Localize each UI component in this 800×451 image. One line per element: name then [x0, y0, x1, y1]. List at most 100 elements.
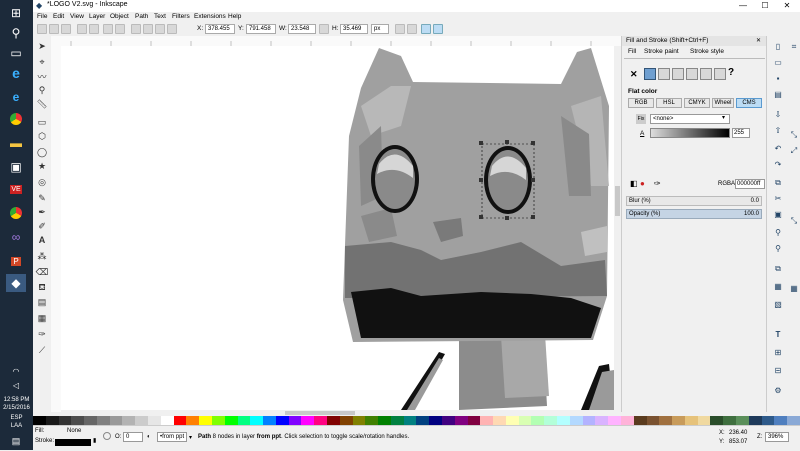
app-ve-icon[interactable]: VE — [6, 180, 26, 198]
palette-swatch[interactable] — [378, 416, 391, 425]
save-icon[interactable]: ▪ — [773, 74, 783, 84]
snap-edges-icon[interactable]: ⤢ — [789, 146, 799, 156]
mesh-tool-icon[interactable]: ▦ — [36, 312, 48, 324]
palette-swatch[interactable] — [33, 416, 46, 425]
duplicate-icon[interactable]: ⧉ — [773, 264, 783, 274]
palette-swatch[interactable] — [569, 416, 583, 425]
import-icon[interactable]: ⇩ — [773, 110, 783, 120]
palette-swatch[interactable] — [595, 416, 609, 425]
palette-swatch[interactable] — [684, 416, 698, 425]
zoom-tool-icon[interactable]: ⚲ — [36, 84, 48, 96]
raise-button[interactable] — [143, 24, 153, 34]
vertical-scroll-thumb[interactable] — [615, 186, 620, 216]
menu-object[interactable]: Object — [110, 13, 129, 20]
alpha-slider[interactable] — [650, 128, 730, 138]
y-field[interactable]: 791.458 — [246, 24, 276, 34]
task-view-icon[interactable]: ▭ — [6, 44, 26, 62]
tweak-tool-icon[interactable]: 〰 — [36, 70, 48, 82]
menu-view[interactable]: View — [70, 13, 84, 20]
snap-toggle-icon[interactable]: ⌗ — [789, 42, 799, 52]
palette-swatch[interactable] — [723, 416, 736, 425]
x-field[interactable]: 378.455 — [205, 24, 235, 34]
palette-swatch[interactable] — [531, 416, 545, 425]
ie-icon[interactable]: e — [6, 88, 26, 106]
palette-swatch[interactable] — [608, 416, 621, 425]
palette-swatch[interactable] — [339, 416, 353, 425]
palette-swatch[interactable] — [748, 416, 762, 425]
palette-swatch[interactable] — [275, 416, 289, 425]
windows-start-icon[interactable]: ⊞ — [6, 4, 26, 22]
pencil-tool-icon[interactable]: ✎ — [36, 192, 48, 204]
minimize-button[interactable]: — — [732, 0, 754, 12]
no-paint-button[interactable]: ✕ — [630, 69, 638, 80]
palette-swatch[interactable] — [211, 416, 225, 425]
visual-studio-icon[interactable]: ∞ — [6, 228, 26, 246]
radial-gradient-button[interactable] — [672, 68, 684, 80]
blur-slider[interactable]: Blur (%) 0.0 — [626, 196, 762, 206]
deselect-button[interactable] — [61, 24, 71, 34]
unset-paint-button[interactable]: ? — [728, 67, 734, 78]
chrome-icon[interactable] — [6, 110, 26, 128]
menu-path[interactable]: Path — [135, 13, 148, 20]
palette-swatch[interactable] — [633, 416, 647, 425]
palette-swatch[interactable] — [429, 416, 442, 425]
language-variant[interactable]: LAA — [0, 422, 33, 430]
menu-help[interactable]: Help — [228, 13, 241, 20]
palette-swatch[interactable] — [787, 416, 800, 425]
text-font-icon[interactable]: T — [773, 330, 783, 340]
palette-swatch[interactable] — [135, 416, 149, 425]
rgba-field[interactable]: 000000ff — [735, 179, 765, 189]
artwork[interactable] — [61, 46, 614, 410]
new-document-icon[interactable]: ▯ — [773, 42, 783, 52]
clock-time[interactable]: 12:58 PM — [0, 396, 33, 404]
print-icon[interactable]: ▤ — [773, 90, 783, 100]
alpha-field[interactable]: 255 — [732, 128, 750, 138]
color-profile-select[interactable]: <none> — [650, 114, 730, 124]
paste-icon[interactable]: ▣ — [773, 210, 783, 220]
palette-swatch[interactable] — [620, 416, 634, 425]
ellipse-tool-icon[interactable]: ◯ — [36, 146, 48, 158]
linear-gradient-button[interactable] — [658, 68, 670, 80]
spray-tool-icon[interactable]: ⁂ — [36, 250, 48, 262]
pick-color-icon[interactable]: ✑ — [654, 179, 661, 188]
palette-swatch[interactable] — [314, 416, 327, 425]
pen-tool-icon[interactable]: ✒ — [36, 206, 48, 218]
mode-hsl[interactable]: HSL — [656, 98, 682, 108]
flip-horizontal-button[interactable] — [103, 24, 113, 34]
palette-swatch[interactable] — [454, 416, 468, 425]
calligraphy-tool-icon[interactable]: ✐ — [36, 220, 48, 232]
palette-swatch[interactable] — [173, 416, 187, 425]
palette-swatch[interactable] — [224, 416, 238, 425]
palette-swatch[interactable] — [122, 416, 136, 425]
zoom-field[interactable]: 396% — [765, 432, 789, 442]
select-all-layers-button[interactable] — [49, 24, 59, 34]
width-field[interactable]: 23.548 — [288, 24, 316, 34]
tab-stroke-style[interactable]: Stroke style — [690, 48, 724, 55]
menu-text[interactable]: Text — [154, 13, 166, 20]
swatch-button[interactable] — [714, 68, 726, 80]
tab-fill[interactable]: Fill — [628, 48, 636, 55]
opacity-slider[interactable]: Opacity (%) 100.0 — [626, 209, 762, 219]
align-icon[interactable]: ⊟ — [773, 366, 783, 376]
palette-swatch[interactable] — [493, 416, 506, 425]
node-tool-icon[interactable]: ⌖ — [36, 56, 48, 68]
star-tool-icon[interactable]: ★ — [36, 160, 48, 172]
edge-icon[interactable]: e — [6, 64, 26, 82]
palette-swatch[interactable] — [45, 416, 59, 425]
palette-swatch[interactable] — [96, 416, 110, 425]
mode-wheel[interactable]: Wheel — [712, 98, 734, 108]
stroke-indicator[interactable] — [55, 439, 91, 446]
file-explorer-icon[interactable]: ▬ — [6, 134, 26, 152]
height-field[interactable]: 35.469 — [340, 24, 368, 34]
tab-stroke-paint[interactable]: Stroke paint — [644, 48, 679, 55]
gradient-tool-icon[interactable]: ▤ — [36, 296, 48, 308]
palette-swatch[interactable] — [442, 416, 455, 425]
mode-cms[interactable]: CMS — [736, 98, 762, 108]
ungroup-icon[interactable]: ▧ — [773, 300, 783, 310]
eraser-tool-icon[interactable]: ⌫ — [36, 266, 49, 278]
clock-date[interactable]: 2/15/2016 — [0, 404, 33, 412]
paint-bucket-tool-icon[interactable]: ⛾ — [36, 282, 48, 294]
dialog-close-icon[interactable]: ✕ — [756, 37, 761, 44]
palette-swatch[interactable] — [416, 416, 430, 425]
mode-rgb[interactable]: RGB — [628, 98, 654, 108]
